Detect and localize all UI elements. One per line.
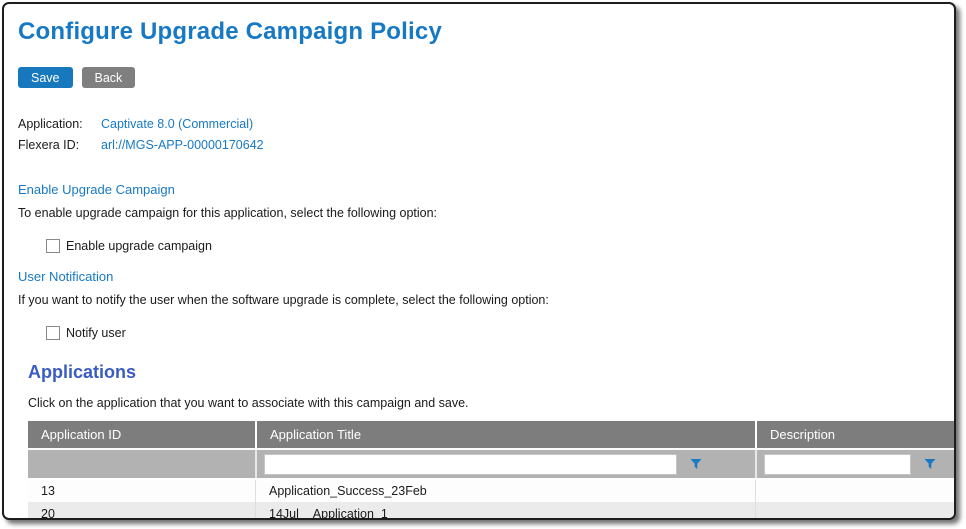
application-link[interactable]: Captivate 8.0 (Commercial)	[101, 117, 253, 131]
filter-funnel-icon[interactable]	[924, 458, 936, 470]
user-notification-description: If you want to notify the user when the …	[18, 293, 954, 307]
table-filter-row	[28, 448, 956, 478]
flexera-id-link[interactable]: arl://MGS-APP-00000170642	[101, 138, 264, 152]
back-button[interactable]: Back	[82, 67, 136, 88]
table-row[interactable]: 13 Application_Success_23Feb	[28, 478, 956, 502]
application-id-cell: 13	[28, 480, 255, 502]
filter-funnel-icon[interactable]	[690, 458, 702, 470]
notify-user-checkbox-row: Notify user	[46, 326, 954, 340]
column-header-description[interactable]: Description	[755, 421, 956, 448]
page-title: Configure Upgrade Campaign Policy	[18, 18, 954, 46]
application-label: Application:	[18, 117, 101, 131]
column-header-application-id[interactable]: Application ID	[28, 421, 255, 448]
applications-description: Click on the application that you want t…	[28, 396, 954, 410]
application-title-filter-input[interactable]	[264, 454, 677, 475]
description-filter-input[interactable]	[764, 454, 911, 475]
save-button[interactable]: Save	[18, 67, 73, 88]
notify-user-checkbox-label[interactable]: Notify user	[66, 326, 126, 340]
application-id-cell: 20	[28, 502, 255, 520]
application-title-filter-cell	[255, 450, 755, 478]
enable-upgrade-campaign-description: To enable upgrade campaign for this appl…	[18, 206, 954, 220]
application-id-filter-cell	[28, 450, 255, 478]
flexera-id-label: Flexera ID:	[18, 138, 101, 152]
description-cell	[755, 480, 956, 502]
user-notification-heading: User Notification	[18, 269, 954, 284]
notify-user-checkbox[interactable]	[46, 326, 60, 340]
table-row[interactable]: 20 14Jul__Application_1	[28, 502, 956, 520]
toolbar: Save Back	[18, 67, 954, 88]
enable-upgrade-campaign-heading: Enable Upgrade Campaign	[18, 182, 954, 197]
page-frame: Configure Upgrade Campaign Policy Save B…	[2, 2, 956, 520]
description-filter-cell	[755, 450, 956, 478]
application-info: Application: Captivate 8.0 (Commercial) …	[18, 113, 954, 155]
enable-upgrade-campaign-checkbox-label[interactable]: Enable upgrade campaign	[66, 239, 212, 253]
application-title-cell: 14Jul__Application_1	[255, 502, 755, 520]
applications-table: Application ID Application Title Descrip…	[28, 421, 956, 520]
column-header-application-title[interactable]: Application Title	[255, 421, 755, 448]
table-header-row: Application ID Application Title Descrip…	[28, 421, 956, 448]
application-title-cell: Application_Success_23Feb	[255, 480, 755, 502]
applications-heading: Applications	[28, 362, 954, 383]
description-cell	[755, 502, 956, 520]
enable-upgrade-campaign-checkbox[interactable]	[46, 239, 60, 253]
enable-upgrade-campaign-checkbox-row: Enable upgrade campaign	[46, 239, 954, 253]
